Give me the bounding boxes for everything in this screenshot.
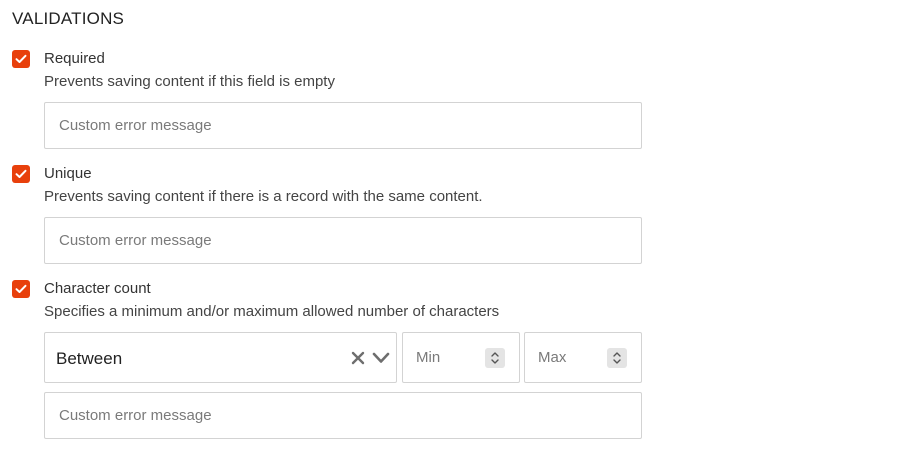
spinner-arrows-icon [491,352,499,364]
min-characters-input[interactable] [403,333,483,382]
spinner-arrows-icon [613,352,621,364]
required-label: Required [44,50,105,67]
required-checkbox[interactable] [12,50,30,68]
unique-label: Unique [44,165,92,182]
required-error-message-input[interactable] [44,102,642,149]
check-icon [15,169,27,178]
character-count-error-message-input[interactable] [44,392,642,439]
chevron-down-icon[interactable] [372,351,390,365]
unique-error-message-input[interactable] [44,217,642,264]
unique-checkbox[interactable] [12,165,30,183]
close-icon[interactable] [351,351,365,365]
min-characters-field [402,332,520,383]
unique-description: Prevents saving content if there is a re… [44,188,483,205]
character-count-label: Character count [44,280,151,297]
section-title: VALIDATIONS [12,9,125,28]
check-icon [15,284,27,293]
min-spinner[interactable] [485,348,505,368]
mode-selected-value: Between [56,349,123,368]
character-count-description: Specifies a minimum and/or maximum allow… [44,303,500,320]
max-characters-input[interactable] [525,333,605,382]
max-characters-field [524,332,642,383]
max-spinner[interactable] [607,348,627,368]
character-count-checkbox[interactable] [12,280,30,298]
character-count-mode-select[interactable]: Between [44,332,397,383]
check-icon [15,54,27,63]
required-description: Prevents saving content if this field is… [44,73,335,90]
